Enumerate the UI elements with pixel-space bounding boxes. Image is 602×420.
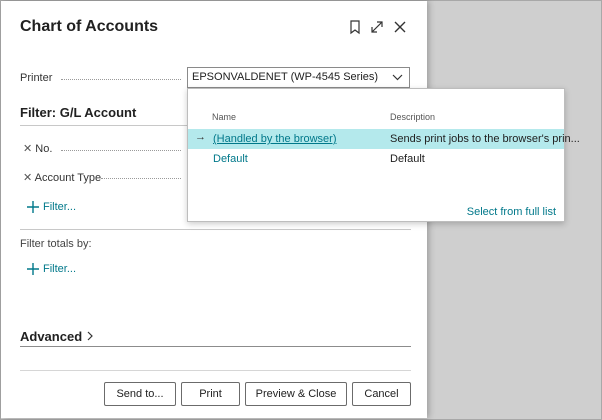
preview-close-button[interactable]: Preview & Close bbox=[245, 382, 347, 406]
chevron-right-icon bbox=[86, 329, 94, 344]
filter-field-label: Account Type bbox=[34, 172, 102, 184]
filter-totals-title: Filter totals by: bbox=[20, 238, 92, 250]
advanced-label: Advanced bbox=[20, 329, 83, 344]
close-icon[interactable] bbox=[392, 19, 408, 35]
printer-label: Printer bbox=[20, 72, 53, 84]
column-header-name[interactable]: Name bbox=[212, 112, 236, 122]
dropdown-row[interactable]: → (Handled by the browser) Sends print j… bbox=[188, 129, 580, 149]
print-button[interactable]: Print bbox=[181, 382, 240, 406]
printer-dropdown: Name Description → (Handled by the brows… bbox=[187, 88, 580, 222]
dialog-title: Chart of Accounts bbox=[20, 18, 159, 35]
row-name[interactable]: Default bbox=[213, 153, 248, 165]
expand-icon[interactable] bbox=[369, 19, 385, 35]
filter-section-title: Filter: G/L Account bbox=[20, 105, 137, 120]
dotted-leader bbox=[101, 178, 181, 179]
row-name[interactable]: (Handled by the browser) bbox=[213, 133, 337, 145]
filter-field-no[interactable]: ✕ No. bbox=[23, 142, 52, 155]
add-filter-label: Filter... bbox=[43, 201, 77, 213]
column-header-description[interactable]: Description bbox=[390, 112, 435, 122]
printer-select[interactable]: EPSONVALDENET (WP-4545 Series) bbox=[187, 67, 410, 88]
divider bbox=[20, 346, 411, 347]
arrow-right-icon: → bbox=[195, 131, 206, 143]
bookmark-icon[interactable] bbox=[347, 19, 363, 35]
advanced-section-toggle[interactable]: Advanced bbox=[20, 329, 94, 344]
plus-icon bbox=[27, 263, 39, 275]
add-filter-label: Filter... bbox=[43, 263, 77, 275]
dotted-leader bbox=[61, 150, 181, 151]
select-from-full-list-link[interactable]: Select from full list bbox=[467, 206, 556, 218]
row-description: Sends print jobs to the browser's prin..… bbox=[390, 133, 580, 145]
chevron-down-icon bbox=[392, 72, 403, 86]
footer-divider bbox=[20, 370, 411, 371]
divider bbox=[20, 229, 411, 230]
dropdown-row[interactable]: Default Default bbox=[188, 149, 564, 169]
row-description: Default bbox=[390, 153, 425, 165]
add-filter-button[interactable]: Filter... bbox=[27, 201, 76, 213]
plus-icon bbox=[27, 201, 39, 213]
remove-filter-icon[interactable]: ✕ bbox=[23, 143, 32, 155]
remove-filter-icon[interactable]: ✕ bbox=[23, 172, 32, 184]
send-to-button[interactable]: Send to... bbox=[104, 382, 176, 406]
filter-field-label: No. bbox=[35, 143, 53, 155]
printer-select-value: EPSONVALDENET (WP-4545 Series) bbox=[192, 71, 379, 83]
filter-field-account-type[interactable]: ✕ Account Type bbox=[23, 171, 101, 184]
cancel-button[interactable]: Cancel bbox=[352, 382, 411, 406]
dotted-leader bbox=[61, 79, 181, 80]
add-totals-filter-button[interactable]: Filter... bbox=[27, 263, 76, 275]
